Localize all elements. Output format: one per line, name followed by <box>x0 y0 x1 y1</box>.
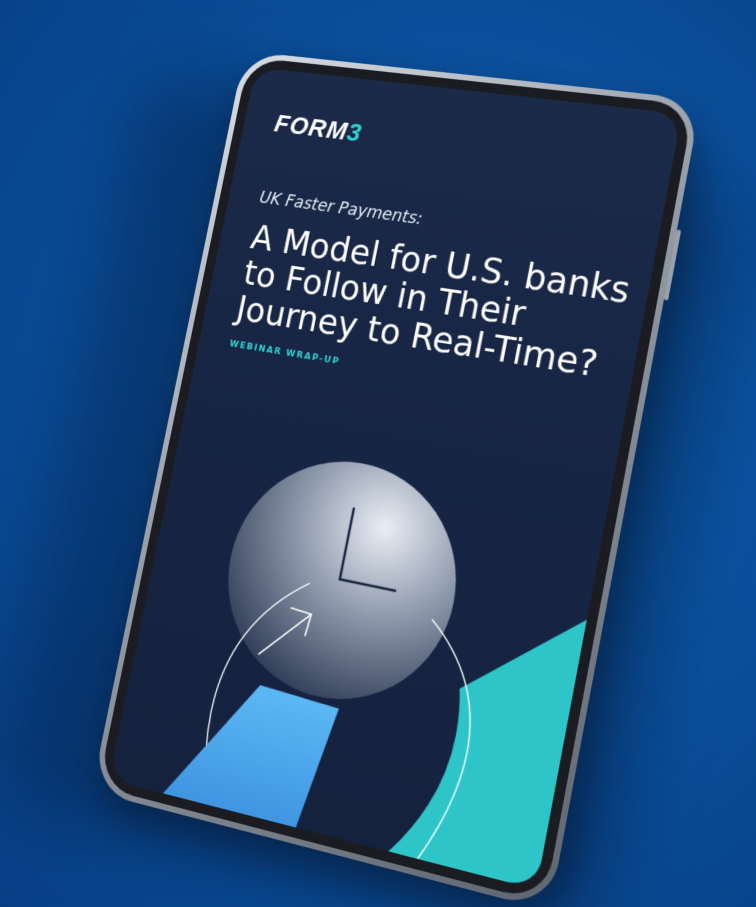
scene: FORM3 UK Faster Payments: A Model for U.… <box>0 0 756 907</box>
clock-icon <box>207 443 477 723</box>
cover-title: A Model for U.S. banks to Follow in Thei… <box>233 219 657 392</box>
brand-logo-text: FORM <box>272 108 351 146</box>
webinar-tag: WEBINAR WRAP-UP <box>228 339 341 368</box>
brand-logo: FORM3 <box>272 108 364 148</box>
